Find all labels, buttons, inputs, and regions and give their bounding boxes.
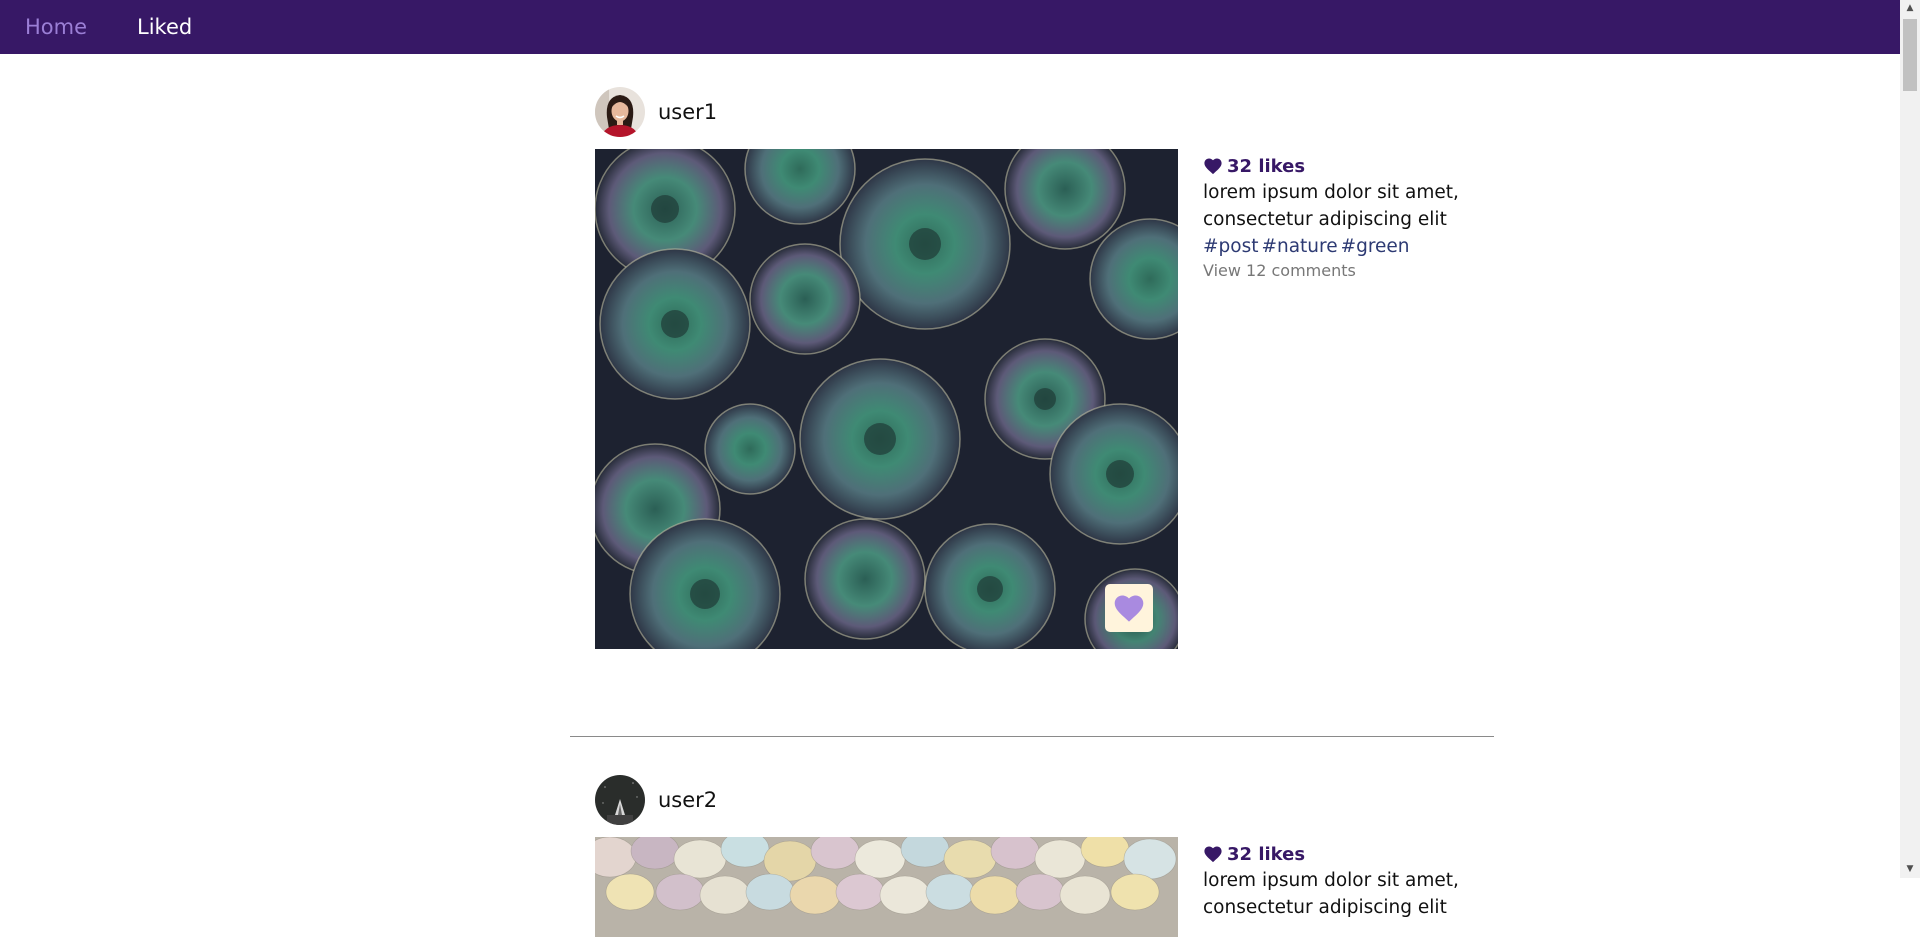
likes-row: 32 likes [1203, 153, 1493, 179]
heart-icon [1204, 846, 1222, 863]
scrollbar-thumb[interactable] [1903, 19, 1917, 91]
post-card: user1 32 likes lorem ipsum dolor sit ame… [595, 87, 1495, 687]
post-username[interactable]: user2 [658, 788, 717, 812]
post-header: user1 [595, 87, 717, 137]
heart-icon [1204, 158, 1222, 175]
post-caption: lorem ipsum dolor sit amet, consectetur … [1203, 182, 1459, 230]
like-button[interactable] [1105, 584, 1153, 632]
user-avatar[interactable] [595, 87, 645, 137]
avatar-woman-icon [595, 87, 645, 137]
post-info: 32 likes lorem ipsum dolor sit amet, con… [1203, 149, 1493, 282]
post-tags: #post #nature #green [1203, 233, 1493, 260]
likes-count: 32 likes [1227, 155, 1306, 177]
post-image [595, 149, 1178, 649]
post-header: user2 [595, 775, 717, 825]
nav-home-link[interactable]: Home [25, 15, 87, 39]
hashtag-link[interactable]: #nature [1261, 236, 1337, 257]
likes-count: 32 likes [1227, 843, 1306, 865]
pastel-eggs-photo [595, 837, 1178, 937]
likes-row: 32 likes [1203, 841, 1493, 867]
hashtag-link[interactable]: #post [1203, 236, 1258, 257]
top-navbar: Home Liked [0, 0, 1900, 54]
post-divider [570, 736, 1494, 737]
succulents-photo [595, 149, 1178, 649]
post-caption: lorem ipsum dolor sit amet, consectetur … [1203, 870, 1459, 918]
post-username[interactable]: user1 [658, 100, 717, 124]
hashtag-link[interactable]: #green [1341, 236, 1410, 257]
scroll-up-arrow-icon[interactable]: ▲ [1900, 0, 1920, 17]
view-comments-link[interactable]: View 12 comments [1203, 260, 1493, 282]
avatar-rocket-icon [595, 775, 645, 825]
post-image [595, 837, 1178, 937]
user-avatar[interactable] [595, 775, 645, 825]
post-card: user2 32 likes lorem ipsum dolor sit ame… [595, 775, 1495, 937]
post-info: 32 likes lorem ipsum dolor sit amet, con… [1203, 837, 1493, 921]
heart-icon [1114, 595, 1144, 622]
vertical-scrollbar[interactable]: ▲ ▼ [1900, 0, 1920, 878]
scroll-down-arrow-icon[interactable]: ▼ [1900, 861, 1920, 878]
nav-liked-link[interactable]: Liked [137, 15, 192, 39]
